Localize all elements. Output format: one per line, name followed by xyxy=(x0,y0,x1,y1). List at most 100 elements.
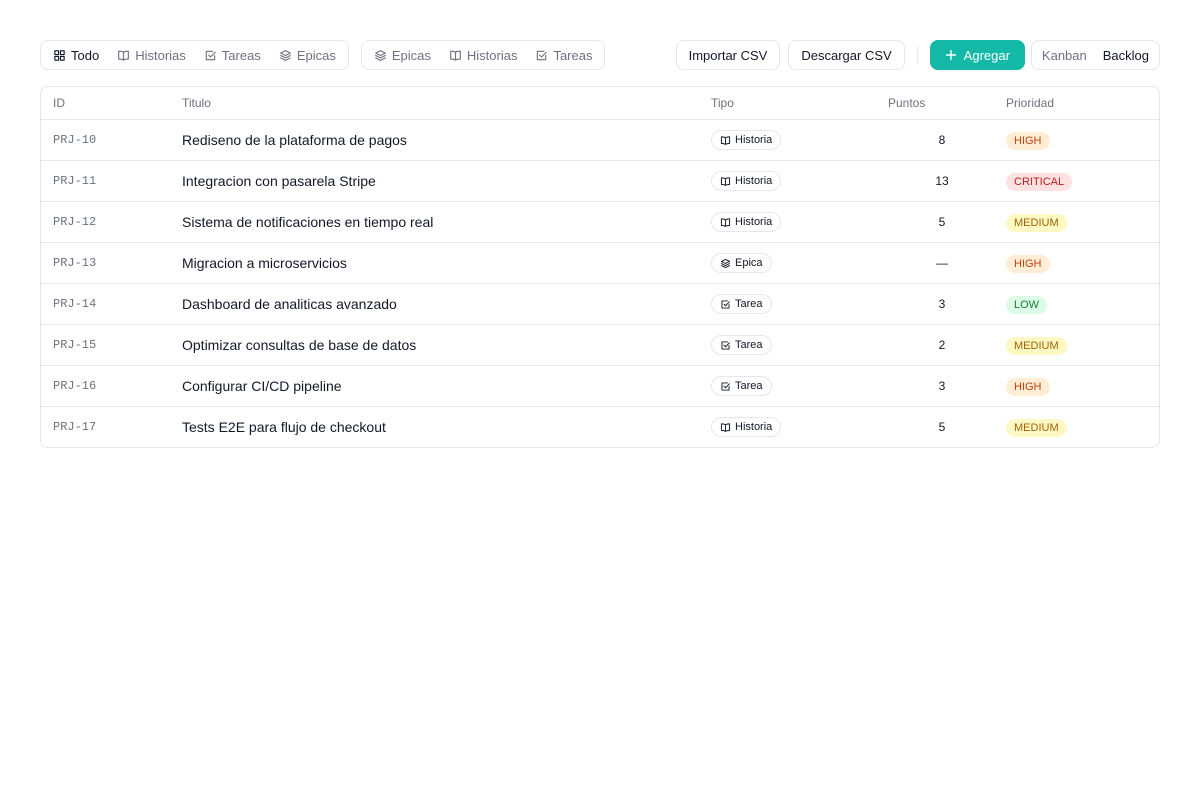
table-row[interactable]: PRJ-15 Optimizar consultas de base de dat… xyxy=(41,324,1159,366)
grid-icon xyxy=(54,49,65,61)
issue-type-badge[interactable]: Tarea xyxy=(711,376,772,396)
issue-id: PRJ-15 xyxy=(41,324,182,366)
table-row[interactable]: PRJ-13 Migracion a microservicios Epica — HI… xyxy=(41,242,1159,284)
filter-tab-secondary-label: Tareas xyxy=(553,47,593,63)
view-backlog[interactable]: Backlog xyxy=(1095,43,1157,67)
column-header-points[interactable]: Puntos xyxy=(888,87,1006,120)
column-header-priority[interactable]: Prioridad xyxy=(1006,87,1159,120)
issue-id: PRJ-14 xyxy=(41,283,182,325)
table-header-row: ID Titulo Tipo Puntos Prioridad xyxy=(41,87,1159,120)
issue-type-cell: Historia xyxy=(711,120,888,161)
priority-badge: MEDIUM xyxy=(1006,336,1067,355)
issue-title[interactable]: Dashboard de analiticas avanzado xyxy=(182,283,711,325)
type-filter-secondary: Epicas Historias Tareas xyxy=(360,40,606,70)
issue-points: 5 xyxy=(888,406,1006,447)
issue-id: PRJ-16 xyxy=(41,365,182,407)
filter-tab-todo[interactable]: Todo xyxy=(44,43,108,67)
book-icon xyxy=(720,135,731,145)
type-filter-primary: Todo Historias Tareas Epicas xyxy=(40,40,349,70)
table-row[interactable]: PRJ-14 Dashboard de analiticas avanzado Ta… xyxy=(41,283,1159,325)
issue-title[interactable]: Tests E2E para flujo de checkout xyxy=(182,406,711,447)
issue-title[interactable]: Configurar CI/CD pipeline xyxy=(182,365,711,407)
issue-type-badge[interactable]: Historia xyxy=(711,171,782,191)
book-icon xyxy=(720,422,731,432)
add-button-label: Agregar xyxy=(963,47,1010,63)
column-header-type[interactable]: Tipo xyxy=(711,87,888,120)
issue-title[interactable]: Sistema de notificaciones en tiempo real xyxy=(182,201,711,243)
issue-id: PRJ-12 xyxy=(41,201,182,243)
issue-priority-cell: MEDIUM xyxy=(1006,406,1159,447)
toolbar-divider xyxy=(916,46,918,64)
issue-id: PRJ-11 xyxy=(41,160,182,202)
issue-points: 2 xyxy=(888,324,1006,366)
book-icon xyxy=(720,217,731,227)
issue-type-badge[interactable]: Epica xyxy=(711,253,772,273)
table-row[interactable]: PRJ-16 Configurar CI/CD pipeline Tarea 3 HIG… xyxy=(41,365,1159,407)
checkbox-icon xyxy=(721,299,730,309)
table-row[interactable]: PRJ-12 Sistema de notificaciones en tiemp… xyxy=(41,201,1159,243)
priority-badge: HIGH xyxy=(1006,131,1050,150)
issue-points: 3 xyxy=(888,283,1006,325)
filter-tab-label: Tareas xyxy=(221,47,261,63)
filter-tab-tareas[interactable]: Tareas xyxy=(195,43,270,67)
table-row[interactable]: PRJ-11 Integracion con pasarela Stripe His… xyxy=(41,160,1159,202)
issue-priority-cell: HIGH xyxy=(1006,242,1159,284)
issue-type-cell: Epica xyxy=(711,242,888,284)
filter-tab-historias[interactable]: Historias xyxy=(108,43,195,67)
issue-id: PRJ-10 xyxy=(53,133,97,147)
checkbox-icon xyxy=(721,340,730,350)
issue-type-label: Historia xyxy=(735,134,773,146)
filter-tab-label: Epicas xyxy=(296,47,336,63)
issue-type-badge[interactable]: Tarea xyxy=(711,294,772,314)
add-button[interactable]: Agregar xyxy=(929,40,1025,70)
filter-tab-label: Historias xyxy=(135,47,186,63)
issue-title[interactable]: Integracion con pasarela Stripe xyxy=(182,160,711,202)
column-header-id[interactable]: ID xyxy=(41,87,182,120)
issue-priority-cell: HIGH xyxy=(1006,365,1159,407)
issue-points: 3 xyxy=(888,365,1006,407)
issue-title[interactable]: Rediseno de la plataforma de pagos xyxy=(182,120,711,161)
checkbox-icon xyxy=(721,381,730,391)
issue-title[interactable]: Optimizar consultas de base de datos xyxy=(182,324,711,366)
import-csv-button[interactable]: Importar CSV xyxy=(675,40,781,70)
filter-tab-secondary-epicas[interactable]: Epicas xyxy=(365,43,440,67)
issue-points: 8 xyxy=(938,133,946,147)
book-icon xyxy=(118,50,130,61)
priority-badge: MEDIUM xyxy=(1006,213,1067,232)
issue-type-label: Tarea xyxy=(735,298,763,310)
issue-priority-cell: HIGH xyxy=(1006,120,1159,161)
layers-icon xyxy=(374,49,386,61)
plus-icon xyxy=(945,49,956,61)
priority-badge: LOW xyxy=(1006,295,1048,314)
filter-tab-secondary-label: Historias xyxy=(466,47,518,63)
issue-type-badge[interactable]: Tarea xyxy=(711,335,772,355)
issue-type-label: Historia xyxy=(735,421,773,433)
backlog-table: ID Titulo Tipo Puntos Prioridad PRJ-10 Re… xyxy=(40,86,1160,448)
filter-tab-secondary-tareas[interactable]: Tareas xyxy=(526,43,601,67)
issue-type-badge[interactable]: Historia xyxy=(711,212,782,232)
issue-type-cell: Tarea xyxy=(711,324,888,366)
issue-type-cell: Historia xyxy=(711,160,888,202)
issue-type-badge[interactable]: Historia xyxy=(711,130,782,150)
issue-type-label: Tarea xyxy=(735,339,763,351)
priority-badge: CRITICAL xyxy=(1006,172,1073,191)
issue-type-cell: Tarea xyxy=(711,283,888,325)
book-icon xyxy=(720,176,731,186)
view-kanban[interactable]: Kanban xyxy=(1034,43,1095,67)
issue-points: 5 xyxy=(888,201,1006,243)
checkbox-icon xyxy=(205,50,216,60)
column-header-title[interactable]: Titulo xyxy=(182,87,711,120)
filter-tab-epicas[interactable]: Epicas xyxy=(270,43,345,67)
issue-points: — xyxy=(888,242,1006,284)
issue-title[interactable]: Migracion a microservicios xyxy=(182,242,711,284)
issue-id: PRJ-17 xyxy=(41,406,182,447)
book-icon xyxy=(449,50,461,61)
table-row[interactable]: PRJ-10 Rediseno de la plataforma de pagos… xyxy=(41,120,1159,161)
download-csv-button[interactable]: Descargar CSV xyxy=(788,40,905,70)
issue-points: 13 xyxy=(888,160,1006,202)
issue-type-cell: Historia xyxy=(711,201,888,243)
issue-type-badge[interactable]: Historia xyxy=(711,417,782,437)
priority-badge: HIGH xyxy=(1006,254,1050,273)
table-row[interactable]: PRJ-17 Tests E2E para flujo de checkout Hi… xyxy=(41,406,1159,447)
filter-tab-secondary-historias[interactable]: Historias xyxy=(440,43,527,67)
